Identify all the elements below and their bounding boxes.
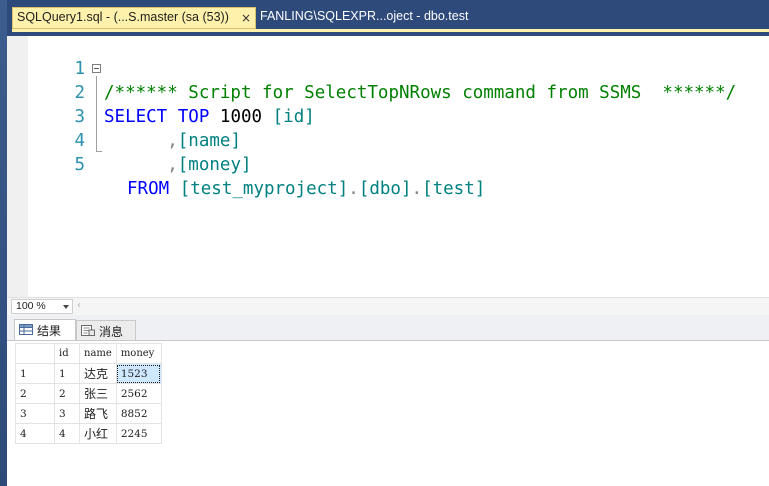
ssms-window: SQLQuery1.sql - (...S.master (sa (53)) ×… xyxy=(0,0,769,486)
row-number[interactable]: 1 xyxy=(15,363,55,384)
cell-name[interactable]: 达克 xyxy=(79,363,117,384)
chevron-down-icon xyxy=(63,305,69,309)
cell-id[interactable]: 1 xyxy=(54,363,80,384)
keyword-from: FROM xyxy=(127,179,170,199)
dot: . xyxy=(411,179,423,199)
left-toolwindow-strip xyxy=(0,0,7,486)
code-line-3: 3 ,[name] xyxy=(7,81,769,151)
scroll-left-icon[interactable]: ‹ xyxy=(77,300,81,312)
row-number[interactable]: 2 xyxy=(15,383,55,404)
code-line-5: 5 FROM [test_myproject].[dbo].[test] xyxy=(7,129,769,199)
cell-money[interactable]: 2562 xyxy=(115,383,162,404)
row-number-header[interactable] xyxy=(15,343,55,364)
tab-sqlquery1-label: SQLQuery1.sql - (...S.master (sa (53)) xyxy=(17,10,229,24)
cell-id[interactable]: 4 xyxy=(54,423,80,444)
query-editor[interactable]: 1 /****** Script for SelectTopNRows comm… xyxy=(7,36,769,297)
table-row: 3 3 路飞 8852 xyxy=(15,403,162,424)
row-number[interactable]: 3 xyxy=(15,403,55,424)
column-header-name[interactable]: name xyxy=(79,343,117,364)
cell-name[interactable]: 路飞 xyxy=(79,403,117,424)
code-line-2: 2 SELECT TOP 1000 [id] xyxy=(7,57,769,127)
results-grid: id name money 1 1 达克 1523 2 2 张三 2562 3 … xyxy=(15,343,162,444)
dot: . xyxy=(348,179,359,199)
column-header-id[interactable]: id xyxy=(54,343,80,364)
code-line-1: 1 /****** Script for SelectTopNRows comm… xyxy=(7,33,769,103)
table-row: 4 4 小红 2245 xyxy=(15,423,162,444)
code-text: FROM [test_myproject].[dbo].[test] xyxy=(127,177,485,201)
column-header-money[interactable]: money xyxy=(115,343,162,364)
zoom-bar: 100 % ‹ xyxy=(7,297,769,315)
identifier: [test_myproject] xyxy=(179,179,349,199)
identifier: [test] xyxy=(422,179,486,199)
tab-messages[interactable]: 消息 xyxy=(76,320,136,340)
cell-money-selected[interactable]: 1523 xyxy=(115,363,162,384)
tab-dbo-test[interactable]: FANLING\SQLEXPR...oject - dbo.test xyxy=(260,9,468,23)
results-grid-pane: id name money 1 1 达克 1523 2 2 张三 2562 3 … xyxy=(7,341,769,486)
document-tab-bar: SQLQuery1.sql - (...S.master (sa (53)) ×… xyxy=(7,0,769,36)
cell-name[interactable]: 小红 xyxy=(79,423,117,444)
comma-prefix: , xyxy=(104,155,178,175)
cell-name[interactable]: 张三 xyxy=(79,383,117,404)
zoom-dropdown[interactable]: 100 % xyxy=(11,299,73,314)
cell-id[interactable]: 3 xyxy=(54,403,80,424)
tab-sqlquery1[interactable]: SQLQuery1.sql - (...S.master (sa (53)) × xyxy=(12,7,256,29)
cell-money[interactable]: 8852 xyxy=(115,403,162,424)
tab-messages-label: 消息 xyxy=(99,325,124,339)
fold-guide xyxy=(96,76,97,152)
collapse-icon[interactable] xyxy=(92,64,101,73)
cell-id[interactable]: 2 xyxy=(54,383,80,404)
identifier: [dbo] xyxy=(358,179,412,199)
tab-results-label: 结果 xyxy=(37,324,62,338)
tab-close-icon[interactable]: × xyxy=(241,10,251,26)
line-number: 5 xyxy=(74,155,85,175)
code-line-4: 4 ,[money] xyxy=(7,105,769,175)
table-row: 2 2 张三 2562 xyxy=(15,383,162,404)
row-number[interactable]: 4 xyxy=(15,423,55,444)
cell-money[interactable]: 2245 xyxy=(115,423,162,444)
grid-icon xyxy=(19,324,33,335)
identifier: [money] xyxy=(177,155,252,175)
zoom-value: 100 % xyxy=(16,300,46,312)
tab-results[interactable]: 结果 xyxy=(14,319,76,341)
messages-icon xyxy=(81,325,95,336)
active-tab-underline xyxy=(12,29,769,32)
table-row: 1 1 达克 1523 xyxy=(15,363,162,384)
results-tab-bar: 结果 消息 xyxy=(7,315,769,341)
grid-header-row: id name money xyxy=(15,343,162,364)
fold-guide-end xyxy=(96,151,102,152)
code-text: ,[money] xyxy=(104,153,252,177)
